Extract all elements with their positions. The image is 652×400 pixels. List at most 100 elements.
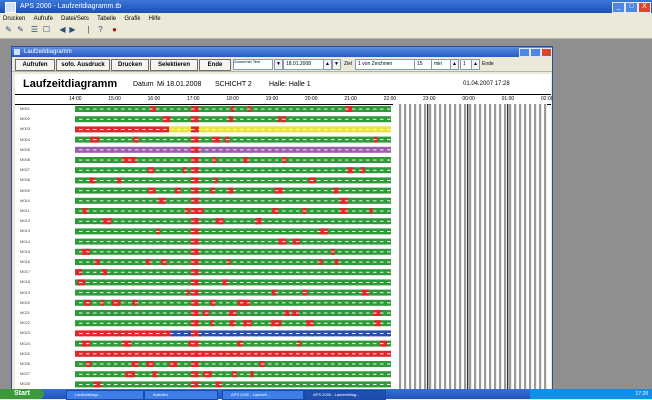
tick-mark <box>380 373 384 375</box>
tick-mark <box>191 363 195 365</box>
window-maximize-button[interactable] <box>530 48 541 57</box>
minimize-button[interactable]: _ <box>612 2 625 13</box>
tick-mark <box>310 118 314 120</box>
tick-mark <box>226 312 230 314</box>
interval-value[interactable]: 15 <box>414 59 432 70</box>
tick-mark <box>114 149 118 151</box>
tick-mark <box>86 210 90 212</box>
tick-mark <box>177 190 181 192</box>
unit-select[interactable]: min <box>431 59 451 70</box>
tick-mark <box>86 200 90 202</box>
zoom-field[interactable]: Zoom/min Text <box>233 59 273 70</box>
extra-ende-label[interactable]: Ende <box>482 59 494 69</box>
prev-icon[interactable]: ◀ <box>58 25 67 34</box>
tick-mark <box>345 220 349 222</box>
window-minimize-button[interactable] <box>519 48 530 57</box>
close-button[interactable]: X <box>638 2 651 13</box>
zoom-spin-down[interactable]: ▼ <box>274 59 283 70</box>
date-input[interactable]: 18.01.2008 <box>283 59 325 70</box>
tick-mark <box>114 180 118 181</box>
tick-mark <box>191 251 195 253</box>
tick-mark <box>359 251 363 253</box>
tick-mark <box>310 261 314 263</box>
drucken-button[interactable]: Drucken <box>111 59 149 71</box>
ende-button[interactable]: Ende <box>199 59 231 71</box>
tick-mark <box>268 200 272 202</box>
unit-spin-up[interactable]: ▲ <box>450 59 459 70</box>
date-spin-down[interactable]: ▼ <box>332 59 341 70</box>
tick-mark <box>114 353 118 355</box>
tick-mark <box>191 220 195 222</box>
window-close-button[interactable] <box>541 48 552 57</box>
tick-mark <box>121 312 125 314</box>
tick-mark <box>303 118 307 120</box>
future-stripe <box>404 104 407 390</box>
tick-mark <box>177 384 181 385</box>
tick-mark <box>170 149 174 151</box>
maximize-button[interactable]: □ <box>625 2 638 13</box>
date-spin-up[interactable]: ▲ <box>323 59 332 70</box>
page-spin-up[interactable]: ▲ <box>471 59 480 70</box>
tick-mark <box>100 251 104 253</box>
window-toolbar: Aufrufen sofo. Ausdruck Drucken Selektie… <box>12 57 552 72</box>
tick-mark <box>149 139 153 141</box>
tick-mark <box>156 322 160 324</box>
tick-mark <box>198 343 202 345</box>
tick-mark <box>373 200 377 202</box>
tick-mark <box>359 159 363 161</box>
tick-mark <box>163 373 167 375</box>
tick-mark <box>149 180 153 181</box>
tick-mark <box>100 210 104 212</box>
tick-mark <box>107 129 111 130</box>
tick-mark <box>317 302 321 304</box>
tick-mark <box>289 210 293 212</box>
clock: 17:28 <box>635 391 648 397</box>
tick-mark <box>219 149 223 151</box>
start-button[interactable]: Start <box>0 389 44 399</box>
tick-mark <box>366 312 370 314</box>
tick-mark <box>163 118 167 120</box>
info-icon[interactable]: ? <box>96 25 105 34</box>
open-icon[interactable]: ✎ <box>4 25 13 34</box>
tick-mark <box>331 282 335 283</box>
tick-mark <box>79 282 83 283</box>
list-icon[interactable]: ☰ <box>30 25 39 34</box>
tick-mark <box>149 220 153 222</box>
tick-mark <box>261 139 265 141</box>
tick-mark <box>317 282 321 283</box>
tick-mark <box>177 241 181 243</box>
tick-mark <box>149 271 153 273</box>
app-title: APS 2000 - Laufzeitdiagramm.tb <box>20 3 122 10</box>
tick-mark <box>79 200 83 202</box>
aufrufen-button[interactable]: Aufrufen <box>15 59 55 71</box>
tick-mark <box>156 159 160 161</box>
row-label: M022 <box>20 320 31 326</box>
tick-mark <box>86 302 90 304</box>
sofort-ausdruck-button[interactable]: sofo. Ausdruck <box>56 59 110 71</box>
tick-mark <box>275 118 279 120</box>
tick-mark <box>268 343 272 345</box>
tick-mark <box>247 159 251 161</box>
tick-mark <box>359 200 363 202</box>
tick-mark <box>100 261 104 263</box>
tick-mark <box>135 292 139 294</box>
save-icon[interactable]: ✎ <box>16 25 25 34</box>
selektieren-button[interactable]: Selektieren <box>150 59 198 71</box>
tick-mark <box>149 190 153 192</box>
future-stripe <box>414 104 417 390</box>
help-icon[interactable]: ● <box>110 25 119 34</box>
tick-mark <box>338 220 342 222</box>
tick-mark <box>345 302 349 304</box>
tick-mark <box>268 322 272 324</box>
tick-mark <box>93 333 97 334</box>
next-icon[interactable]: ▶ <box>68 25 77 34</box>
tick-mark <box>331 312 335 314</box>
tick-mark <box>247 261 251 263</box>
tick-mark <box>79 271 83 273</box>
tick-mark <box>191 343 195 345</box>
window-icon[interactable]: ☐ <box>42 25 51 34</box>
interval-select[interactable]: 1 von Zeichnen <box>355 59 415 70</box>
tick-mark <box>331 220 335 222</box>
tick-mark <box>317 169 321 171</box>
tick-mark <box>310 190 314 192</box>
